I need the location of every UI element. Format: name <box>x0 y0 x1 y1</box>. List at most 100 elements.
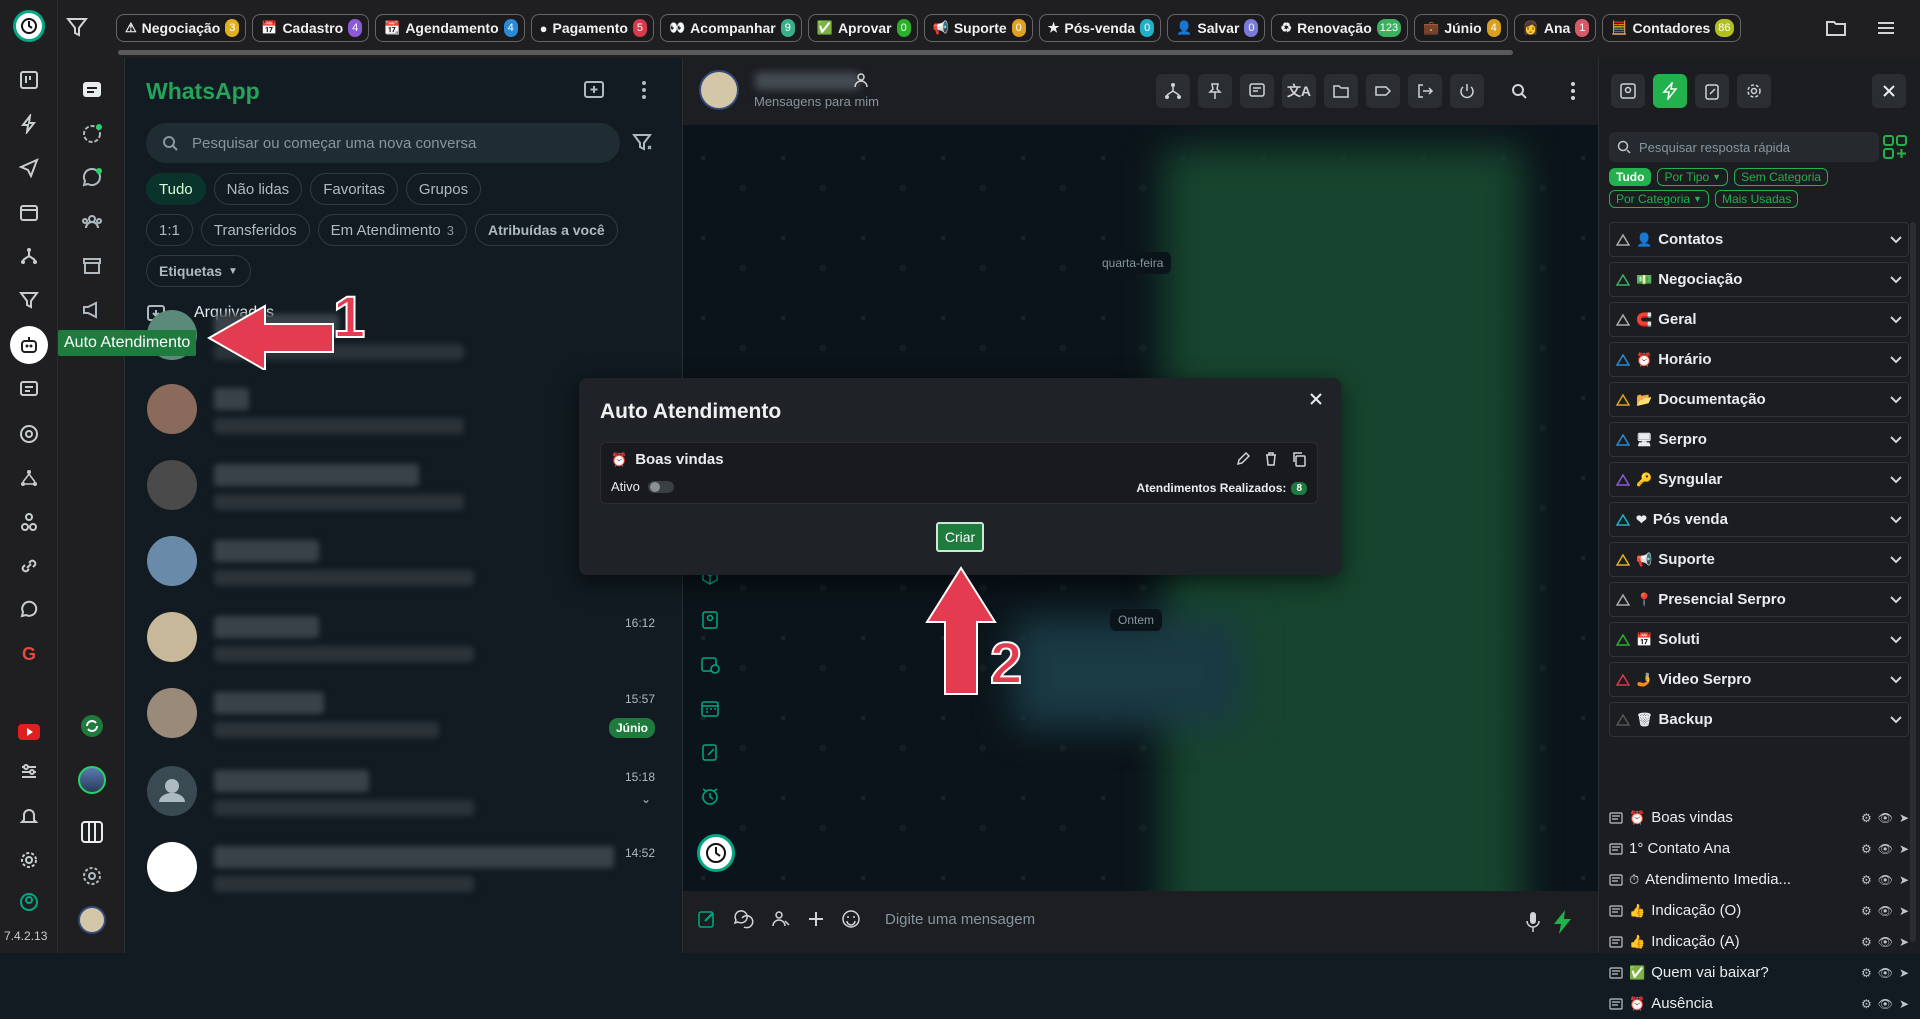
tab-profile-icon[interactable] <box>1611 74 1645 108</box>
settings-gear-icon[interactable] <box>15 846 43 874</box>
webhook-icon[interactable] <box>15 508 43 536</box>
edit-icon[interactable] <box>697 909 717 929</box>
panel-scrollbar[interactable] <box>1910 222 1916 942</box>
trash-icon[interactable] <box>1263 451 1279 467</box>
google-icon[interactable]: G <box>15 640 43 668</box>
plus-icon[interactable] <box>807 910 825 928</box>
chat-template-icon[interactable] <box>15 376 43 404</box>
criar-button[interactable]: Criar <box>936 522 984 552</box>
channels-icon[interactable] <box>78 164 106 192</box>
category-row[interactable]: ⏰ Horário <box>1609 342 1909 377</box>
columns-icon[interactable] <box>78 818 106 846</box>
settings-icon[interactable]: ⚙ <box>1861 904 1872 918</box>
tag-filter-8[interactable]: 👤 Salvar 0 <box>1167 14 1266 42</box>
tag-filter-0[interactable]: ⚠ Negociação 3 <box>116 14 247 42</box>
category-row[interactable]: 🗑 Backup <box>1609 702 1909 737</box>
chat-bubbles-icon[interactable] <box>733 909 755 929</box>
send-icon[interactable]: ➤ <box>1899 966 1909 980</box>
chat-row[interactable]: 16:12 <box>125 602 683 678</box>
clock-fab-icon[interactable] <box>697 834 735 872</box>
ativo-toggle[interactable] <box>647 480 674 493</box>
send-icon[interactable]: ➤ <box>1899 997 1909 1011</box>
lightning-send-icon[interactable] <box>1551 909 1575 935</box>
quick-reply-filter-2[interactable]: Sem Categoria <box>1734 168 1829 186</box>
folder-icon[interactable] <box>1324 74 1358 108</box>
chip-filter-row2-1[interactable]: Transferidos <box>200 214 310 246</box>
quick-reply-item[interactable]: ⏰ Boas vindas ⚙ 👁 ➤ <box>1609 802 1909 833</box>
chip-filter-row2-3[interactable]: Atribuídas a você <box>474 214 618 246</box>
app-clock-logo[interactable] <box>13 10 45 42</box>
microphone-icon[interactable] <box>1525 911 1541 933</box>
quick-reply-search-input[interactable]: Pesquisar resposta rápida <box>1609 132 1879 162</box>
tag-filter-12[interactable]: 🧮 Contadores 86 <box>1602 14 1741 42</box>
megaphone-icon[interactable] <box>78 296 106 324</box>
category-row[interactable]: ❤ Pós venda <box>1609 502 1909 537</box>
preview-eye-icon[interactable]: 👁 <box>1878 904 1893 918</box>
quick-reply-item[interactable]: ✅ Quem vai baixar? ⚙ 👁 ➤ <box>1609 957 1909 988</box>
tag-bar-scrollbar[interactable] <box>118 50 1513 55</box>
target-icon[interactable] <box>15 420 43 448</box>
chip-filter-row2-0[interactable]: 1:1 <box>146 214 193 246</box>
category-row[interactable]: 📢 Suporte <box>1609 542 1909 577</box>
account-circle-icon[interactable] <box>15 888 43 916</box>
settings-icon[interactable]: ⚙ <box>1861 997 1872 1011</box>
label-icon[interactable] <box>1366 74 1400 108</box>
send-icon[interactable] <box>15 154 43 182</box>
sync-icon[interactable] <box>78 712 106 740</box>
business-avatar[interactable] <box>78 906 106 934</box>
etiquetas-dropdown[interactable]: Etiquetas ▼ <box>146 255 251 287</box>
chip-filter-row2-2[interactable]: Em Atendimento 3 <box>317 214 467 246</box>
chats-icon[interactable] <box>78 76 106 104</box>
grid-add-icon[interactable] <box>1882 134 1908 160</box>
flow-icon[interactable] <box>15 242 43 270</box>
chat-row[interactable]: 14:52 <box>125 832 683 908</box>
calendar-icon[interactable] <box>697 695 723 721</box>
preview-eye-icon[interactable]: 👁 <box>1878 997 1893 1011</box>
send-icon[interactable]: ➤ <box>1899 904 1909 918</box>
quick-reply-filter-0[interactable]: Tudo <box>1609 168 1652 186</box>
category-row[interactable]: 📂 Documentação <box>1609 382 1909 417</box>
sliders-icon[interactable] <box>15 758 43 786</box>
category-row[interactable]: 💵 Negociação <box>1609 262 1909 297</box>
filter-tags-icon[interactable] <box>66 16 88 38</box>
kanban-icon[interactable] <box>15 66 43 94</box>
note-icon[interactable] <box>1240 74 1274 108</box>
clipboard-edit-icon[interactable] <box>697 739 723 765</box>
preview-eye-icon[interactable]: 👁 <box>1878 873 1893 887</box>
chip-filter-0[interactable]: Tudo <box>146 173 206 205</box>
preview-eye-icon[interactable]: 👁 <box>1878 966 1893 980</box>
tag-filter-7[interactable]: ★ Pós-venda 0 <box>1038 14 1162 42</box>
quick-reply-item[interactable]: 1° Contato Ana ⚙ 👁 ➤ <box>1609 833 1909 864</box>
chip-filter-1[interactable]: Não lidas <box>213 173 303 205</box>
search-input[interactable]: Pesquisar ou começar uma nova conversa <box>146 123 620 163</box>
preview-eye-icon[interactable]: 👁 <box>1878 935 1893 949</box>
send-icon[interactable]: ➤ <box>1899 842 1909 856</box>
send-icon[interactable]: ➤ <box>1899 873 1909 887</box>
copy-icon[interactable] <box>1291 451 1307 467</box>
tag-filter-2[interactable]: 📆 Agendamento 4 <box>375 14 525 42</box>
contact-card-icon[interactable] <box>697 607 723 633</box>
flow-icon[interactable] <box>1156 74 1190 108</box>
bell-icon[interactable] <box>15 802 43 830</box>
calendar-icon[interactable] <box>15 198 43 226</box>
translate-icon[interactable]: 文A <box>1282 74 1316 108</box>
search-icon[interactable] <box>1502 74 1536 108</box>
new-chat-icon[interactable] <box>580 76 608 104</box>
communities-icon[interactable] <box>78 208 106 236</box>
close-icon[interactable] <box>1309 392 1323 406</box>
message-input[interactable]: Digite uma mensagem <box>885 911 1035 928</box>
settings-icon[interactable] <box>78 862 106 890</box>
link-icon[interactable] <box>15 552 43 580</box>
chat-search-icon[interactable] <box>15 596 43 624</box>
lightning-icon[interactable] <box>15 110 43 138</box>
close-panel-icon[interactable] <box>1872 74 1906 108</box>
tag-filter-1[interactable]: 📅 Cadastro 4 <box>252 14 370 42</box>
funnel-icon[interactable] <box>15 286 43 314</box>
settings-icon[interactable]: ⚙ <box>1861 873 1872 887</box>
folder-add-icon[interactable] <box>1820 12 1852 44</box>
unread-filter-icon[interactable] <box>632 132 654 154</box>
quick-reply-item[interactable]: ⏱ Atendimento Imedia... ⚙ 👁 ➤ <box>1609 864 1909 895</box>
hamburger-menu-icon[interactable] <box>1870 12 1902 44</box>
send-icon[interactable]: ➤ <box>1899 811 1909 825</box>
category-row[interactable]: 🔑 Syngular <box>1609 462 1909 497</box>
